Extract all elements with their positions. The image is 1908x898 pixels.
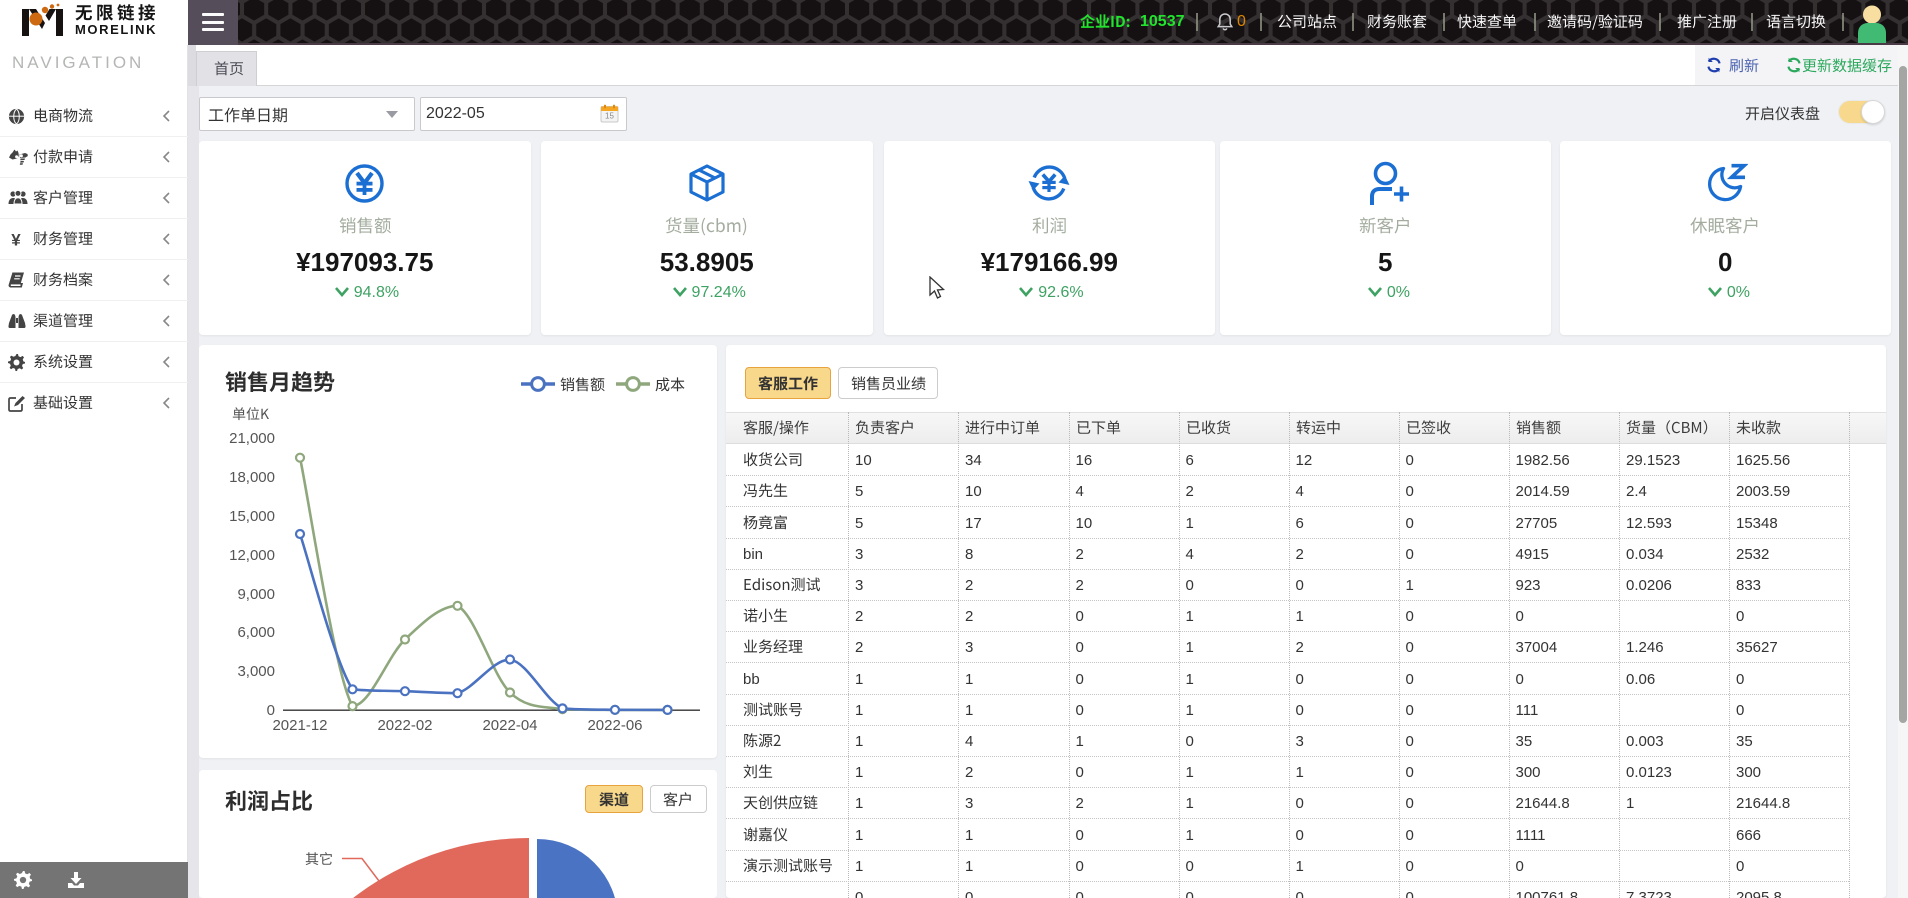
svg-text:¥: ¥ <box>11 231 21 248</box>
svg-text:15: 15 <box>605 112 614 121</box>
